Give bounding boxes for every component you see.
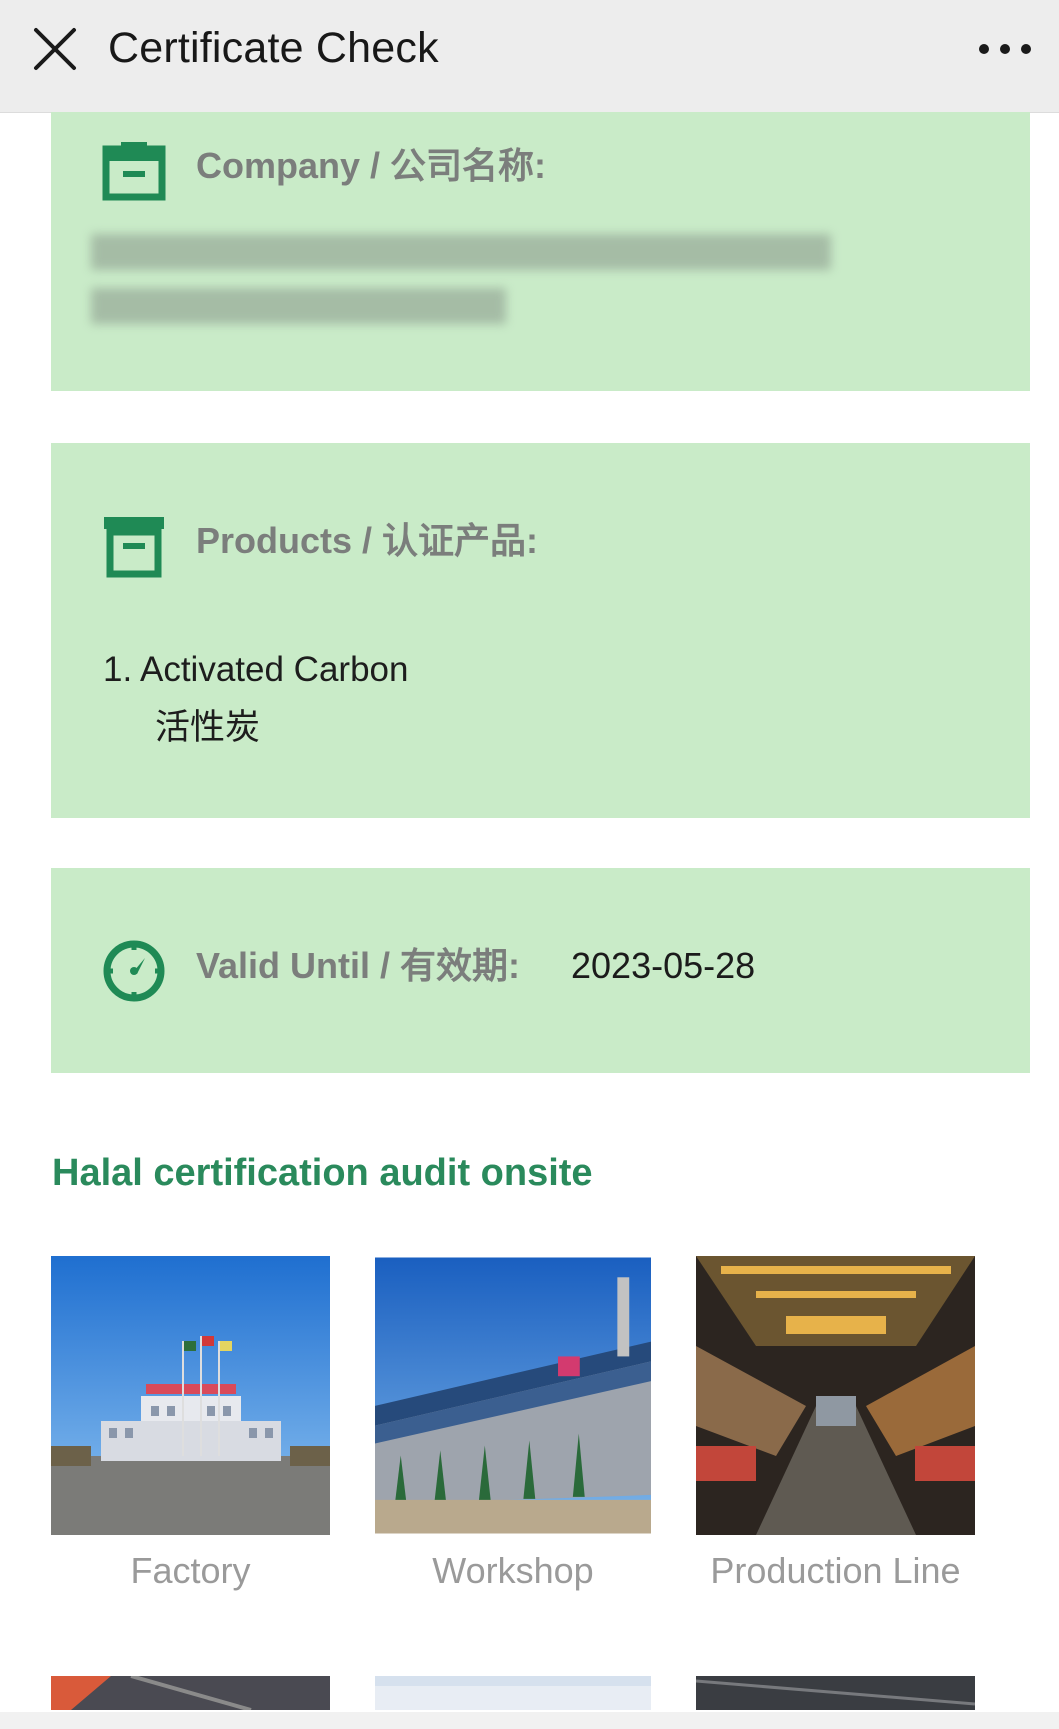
title-bar: Certificate Check bbox=[0, 0, 1059, 113]
briefcase-icon bbox=[101, 139, 167, 205]
validity-card: Valid Until / 有效期: 2023-05-28 bbox=[51, 868, 1030, 1073]
production-line-photo[interactable] bbox=[696, 1256, 975, 1535]
close-icon[interactable] bbox=[30, 24, 80, 74]
factory-caption: Factory bbox=[130, 1550, 251, 1591]
company-card: Company / 公司名称: bbox=[51, 112, 1030, 391]
products-card: Products / 认证产品: 1. Activated Carbon 活性炭 bbox=[51, 443, 1030, 818]
gallery-item-workshop[interactable]: Workshop bbox=[375, 1256, 651, 1593]
workshop-caption: Workshop bbox=[432, 1550, 594, 1591]
products-label: Products / 认证产品: bbox=[196, 520, 539, 561]
workshop-photo[interactable] bbox=[375, 1256, 651, 1535]
page-title: Certificate Check bbox=[108, 24, 439, 72]
gallery-item-production-line[interactable]: Production Line bbox=[696, 1256, 975, 1593]
audit-section-title: Halal certification audit onsite bbox=[52, 1152, 593, 1194]
product-name-cn: 活性炭 bbox=[155, 708, 261, 747]
production-line-caption: Production Line bbox=[710, 1550, 961, 1591]
gallery-partial-photo[interactable] bbox=[696, 1676, 975, 1710]
more-options-icon[interactable] bbox=[975, 36, 1035, 62]
redacted-company-name-line2 bbox=[91, 288, 506, 324]
gallery-partial-photo[interactable] bbox=[51, 1676, 330, 1710]
redacted-company-name bbox=[91, 234, 831, 270]
bottom-edge bbox=[0, 1712, 1059, 1729]
product-name: 1. Activated Carbon bbox=[103, 650, 409, 689]
validity-date: 2023-05-28 bbox=[571, 945, 756, 986]
gallery-partial-photo[interactable] bbox=[375, 1676, 651, 1710]
gallery-item-factory[interactable]: Factory bbox=[51, 1256, 330, 1593]
company-label: Company / 公司名称: bbox=[196, 145, 547, 186]
clock-icon bbox=[101, 938, 167, 1004]
validity-label: Valid Until / 有效期: bbox=[196, 945, 521, 986]
factory-photo[interactable] bbox=[51, 1256, 330, 1535]
archive-box-icon bbox=[101, 513, 167, 579]
